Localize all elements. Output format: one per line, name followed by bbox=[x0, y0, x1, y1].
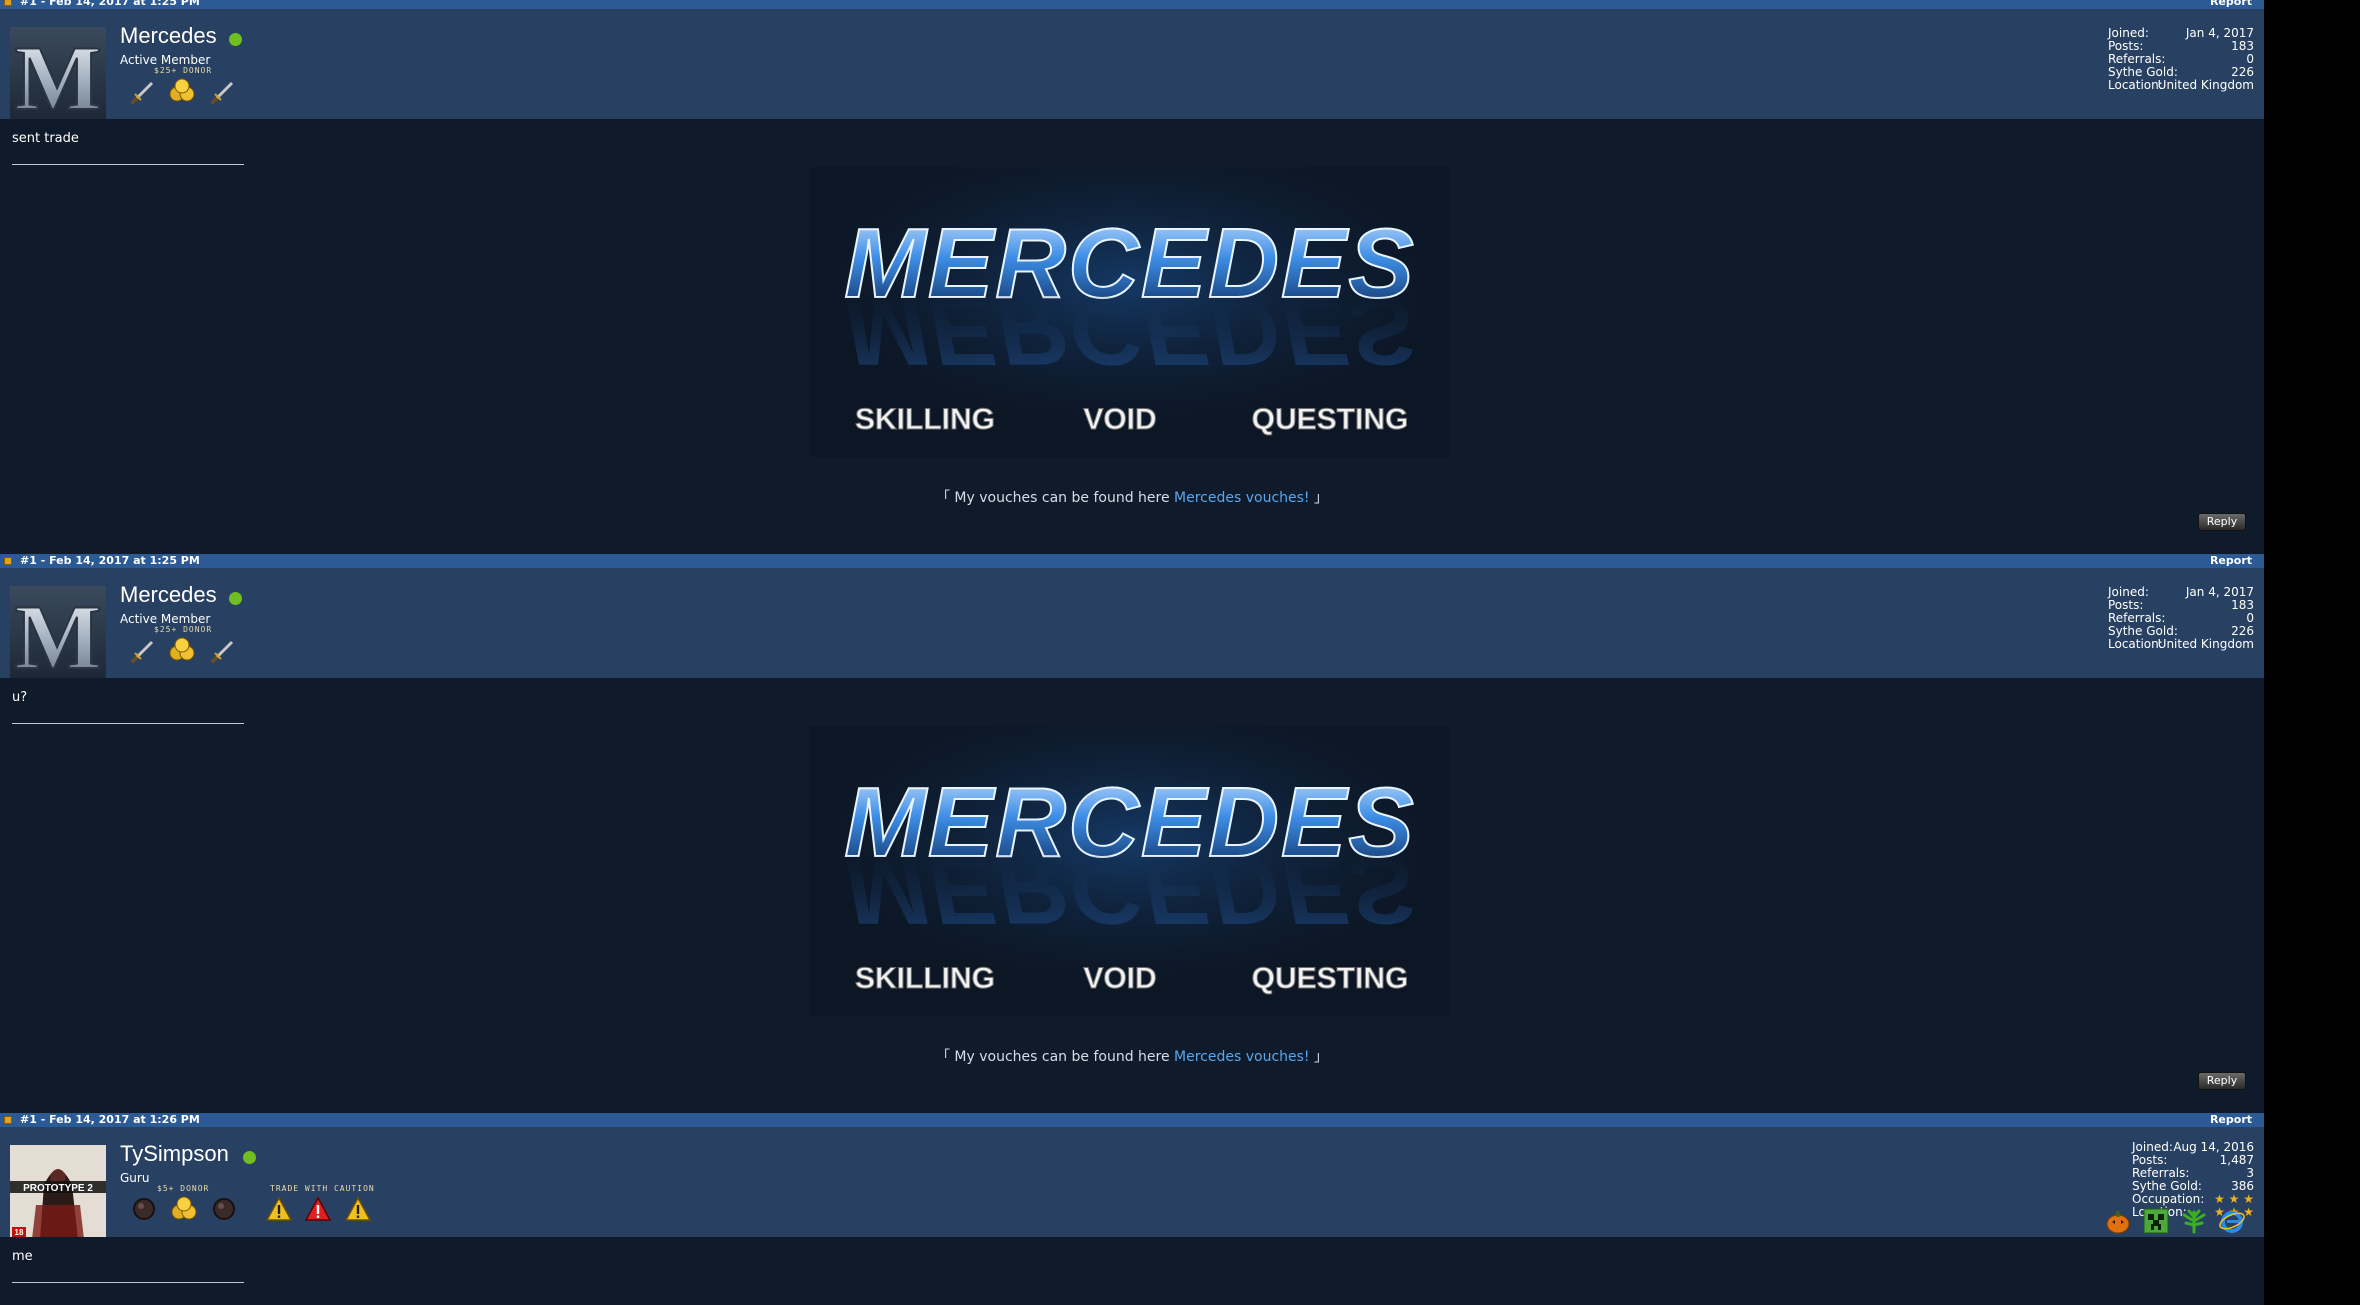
post-body: me bbox=[0, 1237, 2264, 1305]
user-info-bar: M Mercedes Active Member $25+ DONOR Join… bbox=[0, 568, 2264, 680]
report-link[interactable]: Report bbox=[2210, 0, 2252, 9]
signature-divider bbox=[12, 723, 244, 724]
dark-orb-icon bbox=[133, 1198, 155, 1220]
avatar[interactable]: PROTOTYPE 2 18 bbox=[10, 1145, 106, 1239]
post-header: #1 - Feb 14, 2017 at 1:25 PM Report bbox=[0, 0, 2264, 9]
stat-row: Location: United Kingdom bbox=[2108, 637, 2254, 651]
signature-divider bbox=[12, 164, 244, 165]
vouch-link[interactable]: Mercedes vouches! bbox=[1174, 490, 1310, 506]
post-date: #1 - Feb 14, 2017 at 1:25 PM bbox=[20, 554, 200, 567]
banner-item: QUESTING bbox=[1252, 962, 1409, 995]
signature-divider bbox=[12, 1282, 244, 1283]
user-rank: Guru bbox=[120, 1171, 150, 1185]
post: #1 - Feb 14, 2017 at 1:26 PM Report PROT… bbox=[0, 1113, 2264, 1305]
post-message: me bbox=[12, 1249, 33, 1264]
banner-title-reflection: MERCEDES bbox=[844, 276, 1415, 386]
banner-item: SKILLING bbox=[855, 962, 995, 995]
vouch-text: 「 My vouches can be found here Mercedes … bbox=[935, 1049, 1328, 1065]
gold-coins-icon bbox=[169, 637, 195, 661]
vouch-link[interactable]: Mercedes vouches! bbox=[1174, 1049, 1310, 1065]
post-body: sent trade MERCEDES MERCEDES SKILLING VO… bbox=[0, 119, 2264, 551]
avatar-age-rating: 18 bbox=[15, 1228, 24, 1237]
signature-banner: MERCEDES MERCEDES SKILLING VOID QUESTING bbox=[810, 726, 1450, 1016]
user-rank: Active Member bbox=[120, 53, 211, 67]
report-link[interactable]: Report bbox=[2210, 1113, 2252, 1127]
pumpkin-badge-icon bbox=[2106, 1211, 2130, 1234]
donor-label: $25+ DONOR bbox=[154, 66, 213, 75]
post-date: #1 - Feb 14, 2017 at 1:25 PM bbox=[20, 0, 200, 8]
dark-orb-icon bbox=[213, 1198, 235, 1220]
reply-button[interactable]: Reply bbox=[2198, 1072, 2246, 1090]
gold-coins-icon bbox=[169, 78, 195, 102]
username[interactable]: Mercedes bbox=[120, 582, 217, 608]
thread: #1 - Feb 14, 2017 at 1:25 PM Report M Me… bbox=[0, 0, 2264, 1305]
user-info-bar: M Mercedes Active Member $25+ DONOR Join… bbox=[0, 9, 2264, 121]
report-link[interactable]: Report bbox=[2210, 554, 2252, 568]
user-stats: Joined: Jan 4, 2017 Posts: 183 Referrals: 0… bbox=[2108, 586, 2254, 651]
user-rank: Active Member bbox=[120, 612, 211, 626]
online-status-icon bbox=[229, 33, 242, 46]
gold-coins-icon bbox=[171, 1196, 197, 1220]
svg-text:M: M bbox=[15, 27, 102, 121]
post-body: u? MERCEDES MERCEDES SKILLING VOID QUEST… bbox=[0, 678, 2264, 1110]
creeper-badge-icon bbox=[2143, 1208, 2169, 1234]
post-header: #1 - Feb 14, 2017 at 1:25 PM Report bbox=[0, 554, 2264, 568]
online-status-icon bbox=[229, 592, 242, 605]
post-icon bbox=[4, 557, 12, 565]
stat-row: Location: United Kingdom bbox=[2108, 78, 2254, 92]
internet-explorer-badge-icon bbox=[2219, 1211, 2245, 1233]
avatar[interactable]: M bbox=[10, 586, 106, 680]
caution-warning-icon bbox=[344, 1196, 372, 1221]
caution-warning-icon bbox=[265, 1196, 293, 1221]
signature-banner: MERCEDES MERCEDES SKILLING VOID QUESTING bbox=[810, 167, 1450, 457]
banner-title-reflection: MERCEDES bbox=[844, 835, 1415, 945]
post-message: u? bbox=[12, 690, 28, 705]
sword-icon bbox=[210, 81, 234, 105]
sword-icon bbox=[130, 81, 154, 105]
post-icon bbox=[4, 1116, 12, 1124]
avatar-game-title: PROTOTYPE 2 bbox=[23, 1183, 93, 1194]
post-message: sent trade bbox=[12, 131, 79, 146]
user-stats: Joined: Jan 4, 2017 Posts: 183 Referrals: 0… bbox=[2108, 27, 2254, 92]
username[interactable]: TySimpson bbox=[120, 1141, 229, 1167]
user-info-bar: PROTOTYPE 2 18 TySimpson Guru $5+ DONOR … bbox=[0, 1127, 2264, 1239]
donor-label: $25+ DONOR bbox=[154, 625, 213, 634]
sword-icon bbox=[210, 640, 234, 664]
banner-item: SKILLING bbox=[855, 403, 995, 436]
banner-item: VOID bbox=[1083, 962, 1156, 995]
avatar[interactable]: M bbox=[10, 27, 106, 121]
post-date: #1 - Feb 14, 2017 at 1:26 PM bbox=[20, 1113, 200, 1126]
sword-icon bbox=[130, 640, 154, 664]
svg-text:M: M bbox=[15, 586, 102, 680]
donor-label: $5+ DONOR bbox=[157, 1184, 210, 1193]
banner-item: QUESTING bbox=[1252, 403, 1409, 436]
post-icon bbox=[4, 0, 12, 6]
vouch-text: 「 My vouches can be found here Mercedes … bbox=[935, 490, 1328, 506]
post: #1 - Feb 14, 2017 at 1:25 PM Report M Me… bbox=[0, 0, 2264, 555]
leaf-badge-icon bbox=[2182, 1209, 2206, 1234]
banner-item: VOID bbox=[1083, 403, 1156, 436]
post: #1 - Feb 14, 2017 at 1:25 PM Report M Me… bbox=[0, 554, 2264, 1114]
post-header: #1 - Feb 14, 2017 at 1:26 PM Report bbox=[0, 1113, 2264, 1127]
reply-button[interactable]: Reply bbox=[2198, 513, 2246, 531]
username[interactable]: Mercedes bbox=[120, 23, 217, 49]
danger-warning-icon bbox=[304, 1196, 332, 1221]
trade-caution-label: TRADE WITH CAUTION bbox=[270, 1184, 375, 1193]
online-status-icon bbox=[243, 1151, 256, 1164]
